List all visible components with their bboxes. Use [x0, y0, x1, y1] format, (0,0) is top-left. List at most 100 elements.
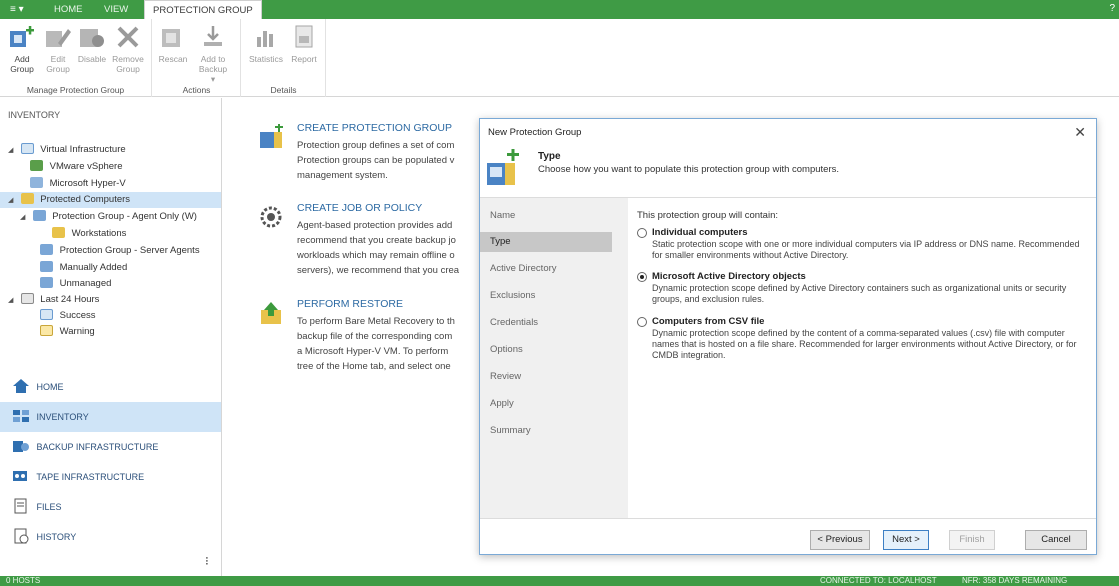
warning-icon: [40, 325, 53, 336]
option-description: Static protection scope with one or more…: [652, 239, 1080, 260]
create-protection-group-text: Protection group defines a set of com Pr…: [297, 138, 487, 183]
license-status: NFR: 358 DAYS REMAINING: [962, 576, 1068, 585]
nav-backup-infrastructure[interactable]: BACKUP INFRASTRUCTURE: [0, 432, 221, 462]
tab-protection-group[interactable]: PROTECTION GROUP: [144, 0, 262, 20]
nav-label: BACKUP INFRASTRUCTURE: [36, 442, 159, 452]
step-name[interactable]: Name: [480, 206, 612, 226]
tree-item-server-agents-group[interactable]: Protection Group - Server Agents: [40, 243, 200, 259]
add-to-backup-button[interactable]: Add to Backup ▾: [197, 23, 229, 84]
finish-button[interactable]: Finish: [949, 530, 995, 550]
add-to-backup-label: Add to Backup ▾: [198, 54, 228, 84]
step-apply[interactable]: Apply: [480, 394, 612, 414]
tree-label: Success: [59, 310, 96, 321]
rescan-button[interactable]: Rescan: [157, 23, 189, 64]
more-nav-button[interactable]: ⁝: [205, 554, 209, 568]
tree-item-success[interactable]: Success: [40, 308, 96, 324]
disable-group-icon: [80, 29, 104, 47]
rescan-icon: [162, 29, 180, 47]
nav-history[interactable]: HISTORY: [0, 522, 221, 552]
radio-active-directory-objects[interactable]: [637, 272, 647, 282]
restore-icon: [261, 302, 281, 324]
nav-inventory[interactable]: INVENTORY: [0, 402, 221, 432]
clock-icon: [20, 293, 34, 304]
expand-icon[interactable]: ◢: [20, 210, 30, 226]
edit-group-button[interactable]: Edit Group: [42, 23, 74, 74]
footer-divider: [480, 518, 1096, 519]
files-icon: [14, 498, 27, 514]
tree-item-vmware-vsphere[interactable]: VMware vSphere: [30, 159, 123, 175]
disable-group-label: Disable: [77, 54, 107, 64]
nav-files[interactable]: FILES: [0, 492, 221, 522]
step-credentials[interactable]: Credentials: [480, 313, 612, 333]
nav-home[interactable]: HOME: [0, 372, 221, 402]
close-icon[interactable]: ✕: [1074, 124, 1086, 141]
statistics-button[interactable]: Statistics: [248, 23, 284, 64]
remove-group-button[interactable]: Remove Group: [112, 23, 144, 74]
option-title: Computers from CSV file: [652, 316, 765, 327]
perform-restore-text: To perform Bare Metal Recovery to th bac…: [297, 314, 487, 374]
step-options[interactable]: Options: [480, 340, 612, 360]
next-button[interactable]: Next >: [883, 530, 929, 550]
tree-item-workstations[interactable]: Workstations: [52, 226, 126, 242]
option-individual-computers[interactable]: Individual computers Static protection s…: [637, 227, 1087, 263]
unmanaged-icon: [40, 277, 53, 288]
home-icon: [13, 379, 29, 393]
nav-label: HISTORY: [36, 532, 77, 542]
expand-icon[interactable]: ◢: [8, 193, 18, 209]
step-summary[interactable]: Summary: [480, 421, 612, 441]
tree-item-hyper-v[interactable]: Microsoft Hyper-V: [30, 176, 126, 192]
option-active-directory-objects[interactable]: Microsoft Active Directory objects Dynam…: [637, 271, 1087, 307]
tree-item-protected-computers[interactable]: ◢ Protected Computers: [0, 192, 221, 208]
add-to-backup-icon: [204, 26, 222, 46]
help-icon[interactable]: ?: [1109, 3, 1115, 14]
step-review[interactable]: Review: [480, 367, 612, 387]
hosts-count: 0 HOSTS: [6, 576, 41, 585]
tree-item-unmanaged[interactable]: Unmanaged: [40, 276, 111, 292]
hyper-v-icon: [30, 177, 43, 188]
protected-computers-icon: [20, 193, 34, 204]
tree-label: Microsoft Hyper-V: [49, 178, 126, 189]
option-computers-from-csv[interactable]: Computers from CSV file Dynamic protecti…: [637, 316, 1087, 364]
expand-icon[interactable]: ◢: [8, 293, 18, 309]
statistics-label: Statistics: [248, 54, 283, 64]
main-menu-button[interactable]: ≡ ▾: [10, 4, 24, 15]
tree-item-warning[interactable]: Warning: [40, 324, 95, 340]
add-group-label: Add Group: [10, 54, 34, 74]
perform-restore-link[interactable]: PERFORM RESTORE: [297, 298, 403, 310]
nav-tape-infrastructure[interactable]: TAPE INFRASTRUCTURE: [0, 462, 221, 492]
inventory-icon: [13, 410, 29, 422]
text-line: Agent-based protection provides add: [297, 220, 453, 231]
tree-item-agent-only-group[interactable]: ◢ Protection Group - Agent Only (W): [20, 209, 197, 225]
tree-label: Last 24 Hours: [40, 294, 100, 305]
tree-item-virtual-infrastructure[interactable]: ◢ Virtual Infrastructure: [8, 142, 126, 158]
text-line: Protection group defines a set of com: [297, 140, 455, 151]
tree-label: VMware vSphere: [49, 161, 123, 172]
create-protection-group-link[interactable]: CREATE PROTECTION GROUP: [297, 122, 452, 134]
tape-infrastructure-icon: [13, 471, 27, 481]
text-line: Protection groups can be populated v: [297, 155, 455, 166]
radio-individual-computers[interactable]: [637, 228, 647, 238]
text-line: backup file of the corresponding com: [297, 331, 453, 342]
tab-view[interactable]: VIEW: [96, 0, 136, 19]
disable-group-button[interactable]: Disable: [76, 23, 108, 64]
step-active-directory[interactable]: Active Directory: [480, 259, 612, 279]
tree-label: Protection Group - Server Agents: [59, 245, 200, 256]
step-exclusions[interactable]: Exclusions: [480, 286, 612, 306]
add-group-button[interactable]: Add Group: [6, 23, 38, 74]
step-type[interactable]: Type: [480, 232, 612, 252]
contain-label: This protection group will contain:: [637, 210, 778, 221]
radio-computers-from-csv[interactable]: [637, 317, 647, 327]
create-job-text: Agent-based protection provides add reco…: [297, 218, 487, 278]
create-protection-group-icon: [260, 124, 283, 148]
create-job-link[interactable]: CREATE JOB OR POLICY: [297, 202, 422, 214]
tab-home[interactable]: HOME: [46, 0, 91, 19]
previous-button[interactable]: < Previous: [810, 530, 870, 550]
tree-item-last-24-hours[interactable]: ◢ Last 24 Hours: [8, 292, 99, 308]
report-button[interactable]: Report: [288, 23, 320, 64]
text-line: To perform Bare Metal Recovery to th: [297, 316, 455, 327]
tree-item-manually-added[interactable]: Manually Added: [40, 260, 127, 276]
text-line: workloads which may remain offline o: [297, 250, 455, 261]
rescan-label: Rescan: [158, 54, 188, 64]
expand-icon[interactable]: ◢: [8, 143, 18, 159]
cancel-button[interactable]: Cancel: [1025, 530, 1087, 550]
